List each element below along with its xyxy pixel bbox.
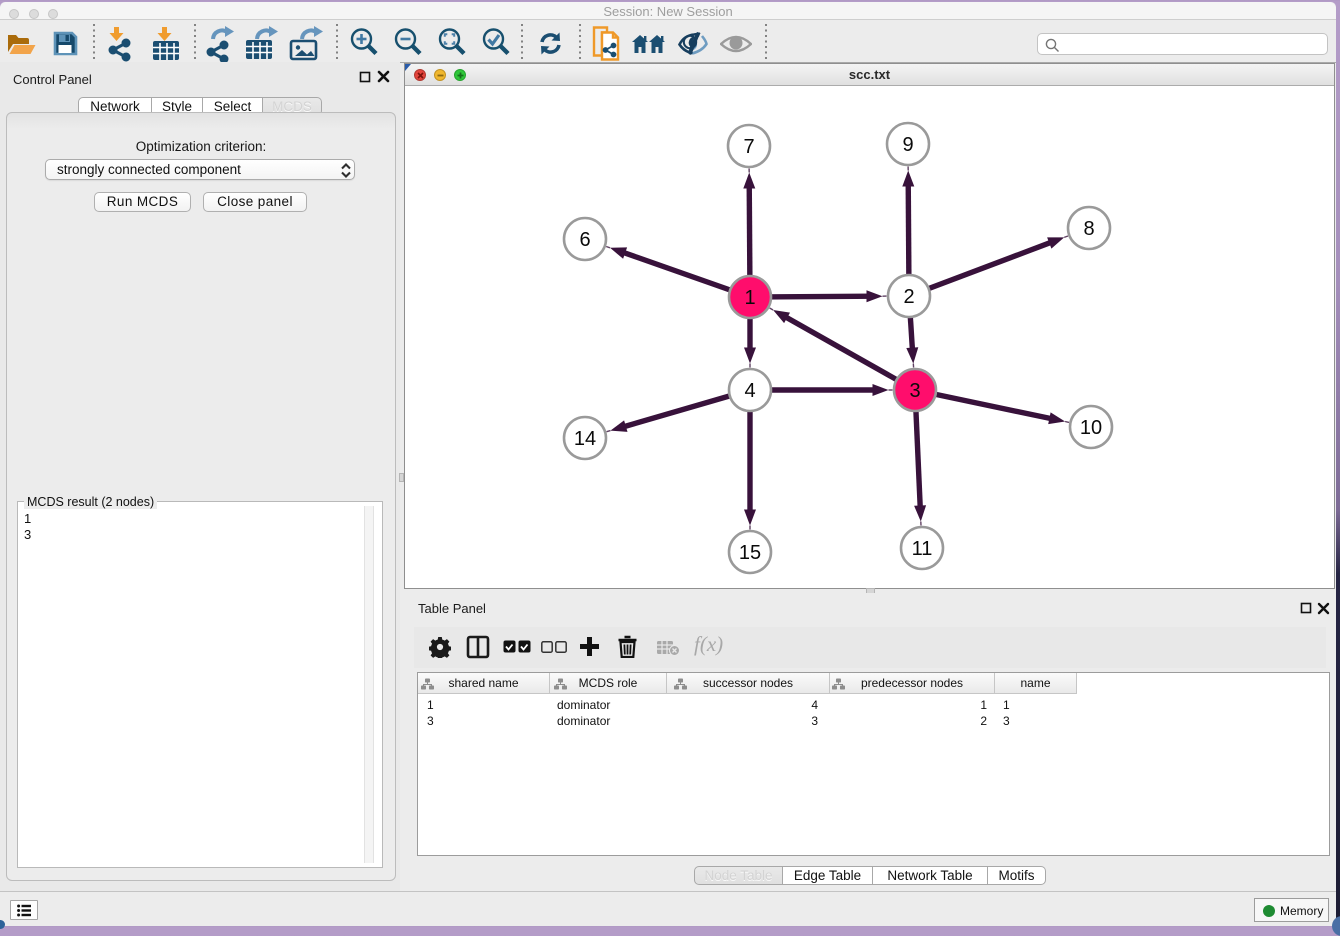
svg-text:3: 3 <box>909 380 920 402</box>
svg-text:15: 15 <box>739 542 761 564</box>
svg-text:7: 7 <box>743 136 754 158</box>
svg-text:2: 2 <box>903 286 914 308</box>
svg-text:9: 9 <box>902 134 913 156</box>
svg-text:11: 11 <box>912 538 933 560</box>
svg-text:1: 1 <box>744 287 755 309</box>
svg-text:6: 6 <box>579 229 590 251</box>
svg-text:8: 8 <box>1083 218 1094 240</box>
svg-text:10: 10 <box>1080 417 1102 439</box>
svg-text:4: 4 <box>744 380 755 402</box>
svg-text:14: 14 <box>574 428 596 450</box>
